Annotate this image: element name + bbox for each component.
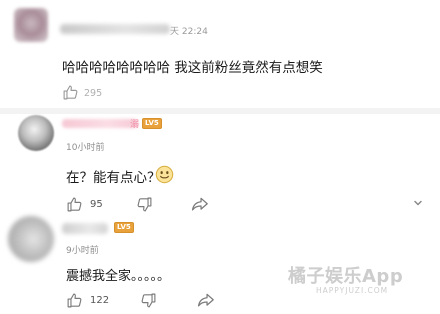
section-divider (0, 108, 440, 114)
comment-like-count: 122 (90, 295, 110, 306)
thumbs-down-icon[interactable] (136, 196, 153, 213)
comment-like-count: 95 (90, 199, 103, 210)
commenter-name-tail[interactable]: 溺 (130, 117, 139, 130)
post-author-name-blurred[interactable] (60, 24, 170, 34)
level-badge: LV5 (142, 118, 162, 129)
more-icon[interactable] (412, 197, 424, 209)
commenter-name-blurred[interactable] (62, 223, 108, 234)
level-badge: LV5 (114, 222, 134, 233)
commenter-avatar[interactable] (18, 115, 54, 151)
watermark-url: HAPPYJUZI.COM (316, 286, 389, 295)
share-icon[interactable] (196, 292, 215, 309)
commenter-name-blurred[interactable] (62, 119, 138, 128)
watermark-logo: 橘子娱乐App (288, 266, 404, 287)
comment-timestamp: 9小时前 (66, 246, 99, 256)
thumbs-up-icon[interactable] (62, 84, 79, 101)
comment-text: 在？能有点心？ (66, 170, 161, 186)
comment-text: 震撼我全家。。。。。 (66, 269, 171, 284)
smiling-face-icon (155, 165, 174, 184)
post-like-count: 295 (84, 88, 103, 99)
comment-timestamp: 10小时前 (66, 143, 105, 153)
share-icon[interactable] (190, 196, 209, 213)
post-author-avatar[interactable] (14, 8, 48, 42)
post-timestamp: 天 22:24 (170, 27, 208, 37)
thumbs-up-icon[interactable] (66, 196, 83, 213)
thumbs-down-icon[interactable] (140, 292, 157, 309)
post-text: 哈哈哈哈哈哈哈哈 我这前粉丝竟然有点想笑 (62, 60, 323, 76)
commenter-avatar[interactable] (8, 216, 54, 262)
thumbs-up-icon[interactable] (66, 292, 83, 309)
